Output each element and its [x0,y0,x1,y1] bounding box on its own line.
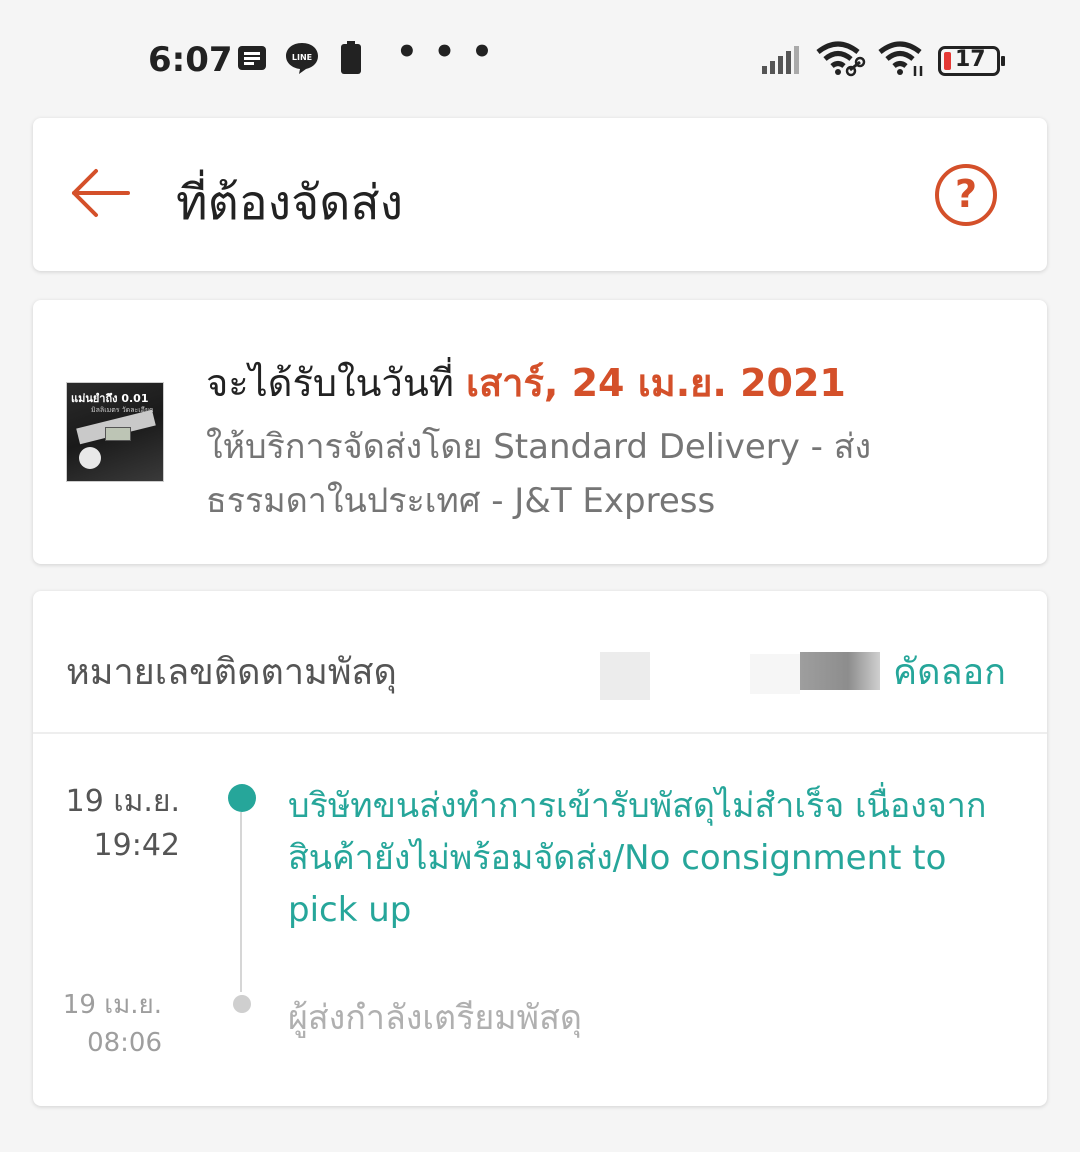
status-bar: 6:07 LINE • • • 17 [0,0,1080,118]
battery-icon: 17 [938,46,1005,76]
event-date: 19 เม.ย. [62,990,162,1020]
timeline-dot-active [228,784,256,812]
timeline-dot [233,995,251,1013]
event-date: 19 เม.ย. [65,784,180,819]
copy-button[interactable]: คัดลอก [893,643,1006,700]
signal-icon [762,46,799,74]
redacted-tracking-number [600,652,650,700]
event-timestamp: 19 เม.ย. 19:42 [64,780,180,868]
estimated-delivery: จะได้รับในวันที่ เสาร์, 24 เม.ย. 2021 [206,352,846,413]
ball-image [79,447,101,469]
battery-level-fill [944,52,951,70]
shipping-service: ให้บริการจัดส่งโดย Standard Delivery - ส… [206,427,872,521]
estimated-delivery-label: จะได้รับในวันที่ [206,361,466,405]
redacted-tracking-number [800,652,880,690]
product-thumbnail[interactable]: แม่นยำถึง 0.01 มิลลิเมตร วัดละเอียด [66,382,164,482]
status-time: 6:07 [148,40,233,80]
caliper-display [105,427,131,441]
notes-icon [238,46,266,70]
estimated-delivery-date: เสาร์, 24 เม.ย. 2021 [465,361,846,405]
battery-saver-icon [341,41,361,74]
divider [33,732,1047,734]
wifi-icon [878,41,923,76]
wifi-link-icon [816,41,866,77]
tracking-number-label: หมายเลขติดตามพัสดุ [66,652,397,693]
event-time: 19:42 [93,828,180,863]
help-button[interactable]: ? [935,164,997,226]
event-description: ผู้ส่งกำลังเตรียมพัสดุ [288,998,582,1038]
page-title: ที่ต้องจัดส่ง [176,175,404,231]
event-time: 08:06 [87,1028,162,1058]
back-arrow-icon[interactable] [66,158,136,228]
svg-text:LINE: LINE [292,53,312,62]
event-timestamp: 19 เม.ย. 08:06 [46,986,162,1062]
more-notifications-icon: • • • [396,32,495,72]
event-description: บริษัทขนส่งทำการเข้ารับพัสดุไม่สำเร็จ เน… [288,786,987,930]
battery-level: 17 [955,47,986,72]
line-app-icon: LINE [286,43,318,74]
redacted-tracking-number [750,654,800,694]
timeline-line [240,812,242,992]
